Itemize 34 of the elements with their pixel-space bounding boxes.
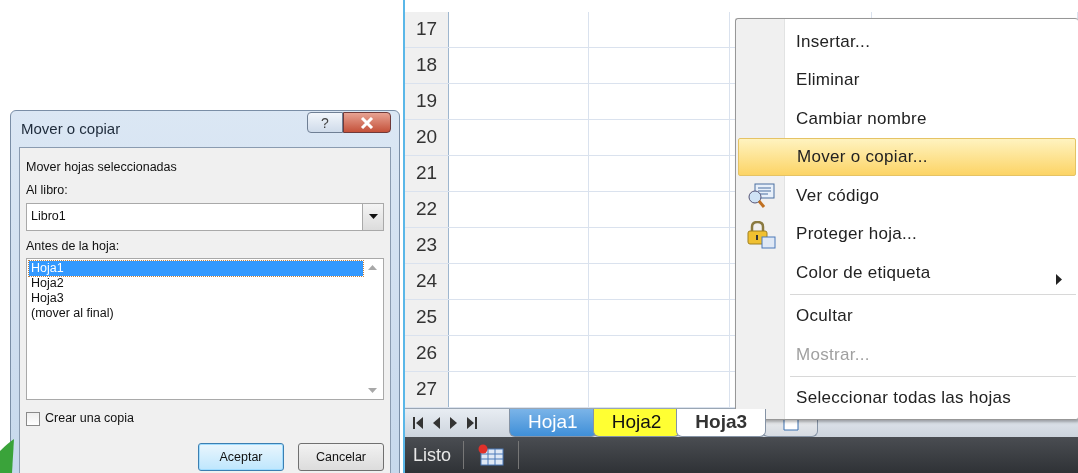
row-header[interactable]: 18 (405, 48, 449, 83)
list-item[interactable]: Hoja2 (29, 276, 363, 292)
menu-item[interactable]: Insertar... (738, 22, 1076, 61)
status-text: Listo (405, 441, 465, 469)
help-button[interactable]: ? (307, 112, 343, 133)
menu-item[interactable]: Cambiar nombre (738, 99, 1076, 138)
menu-item[interactable]: Mover o copiar... (738, 137, 1076, 176)
field-label: Antes de la hoja: (26, 238, 120, 253)
dialog-heading: Mover hojas seleccionadas (26, 160, 177, 174)
field-label: Al libro: (26, 182, 68, 197)
menu-item[interactable]: Ver código (738, 176, 1076, 215)
row-header[interactable]: 21 (405, 156, 449, 191)
row-header[interactable]: 27 (405, 372, 449, 407)
window-title: Mover o copiar (20, 118, 121, 139)
sheet-tab[interactable]: Hoja3 (676, 409, 767, 437)
list-item[interactable]: (mover al final) (29, 306, 363, 322)
cancel-button[interactable]: Cancelar (298, 443, 384, 471)
row-header[interactable]: 23 (405, 228, 449, 263)
row-header[interactable]: 24 (405, 264, 449, 299)
menu-item[interactable]: Proteger hoja... (738, 214, 1076, 253)
row-header[interactable]: 19 (405, 84, 449, 119)
sheet-list[interactable]: Hoja1 Hoja2 Hoja3 (mover al final) (26, 258, 384, 401)
checkbox-label[interactable]: Crear una copia (45, 409, 134, 428)
row-header[interactable]: 20 (405, 120, 449, 155)
book-dropdown[interactable]: Libro1 (26, 202, 384, 231)
menu-item[interactable]: Ocultar (738, 296, 1076, 335)
menu-item[interactable]: Color de etiqueta (738, 253, 1076, 292)
row-header[interactable]: 22 (405, 192, 449, 227)
row-header[interactable]: 17 (405, 12, 449, 47)
list-item[interactable]: Hoja3 (29, 291, 363, 307)
ok-button[interactable]: Aceptar (198, 443, 284, 471)
row-header[interactable]: 25 (405, 300, 449, 335)
row-header[interactable]: 26 (405, 336, 449, 371)
menu-item[interactable]: Eliminar (738, 60, 1076, 99)
